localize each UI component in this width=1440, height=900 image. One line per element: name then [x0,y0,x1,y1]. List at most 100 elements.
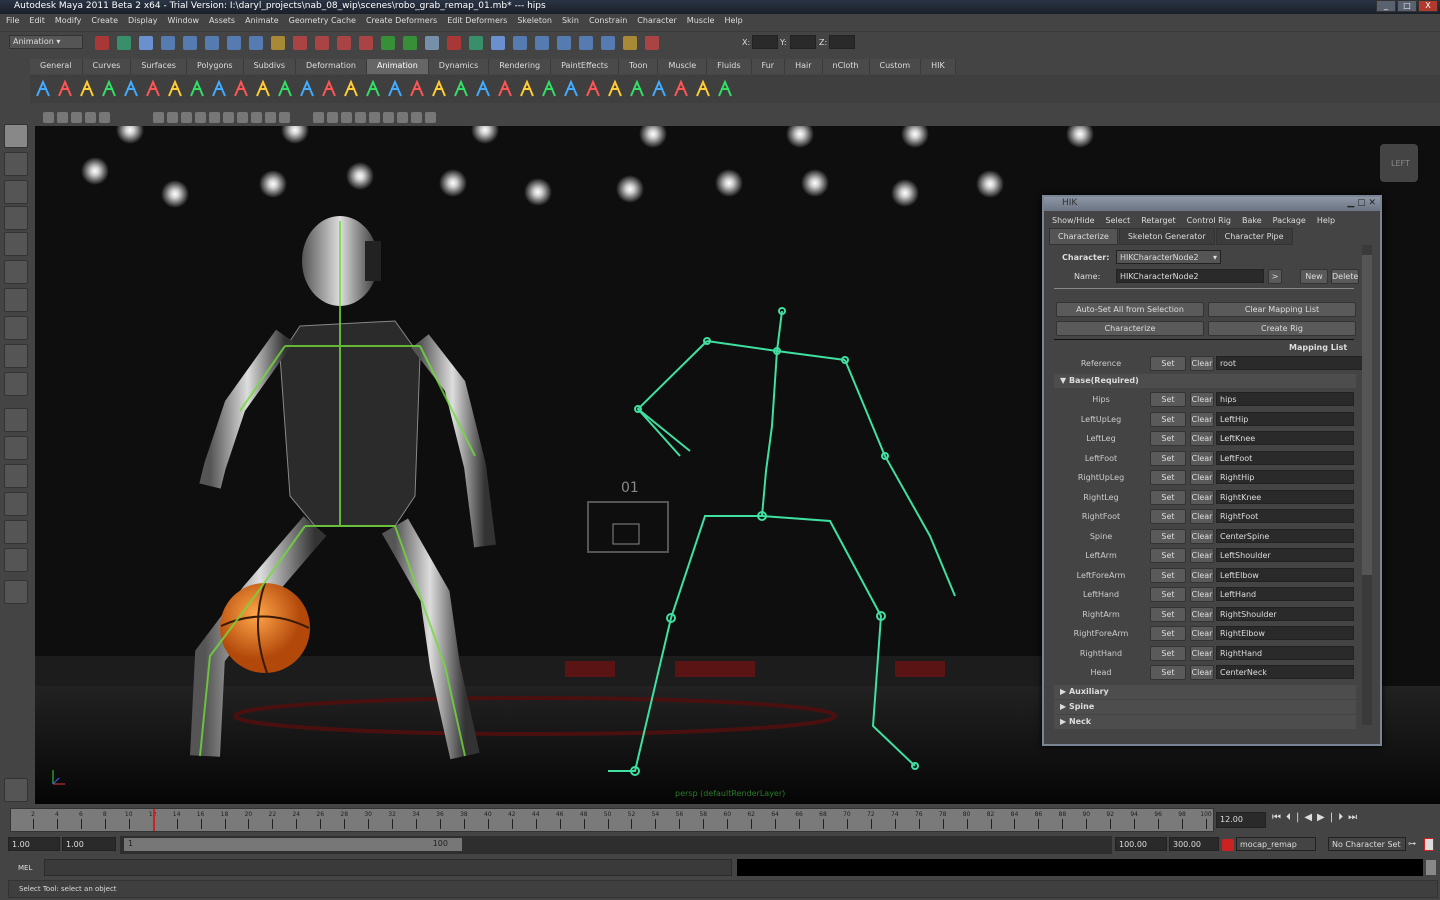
mapping-field[interactable]: RightKnee [1216,489,1354,504]
viewport-toolbar-icon[interactable] [57,112,68,123]
viewport-toolbar-icon[interactable] [99,112,110,123]
menu-help[interactable]: Help [724,16,742,28]
shelf-tab-fur[interactable]: Fur [751,59,786,74]
shelf-tool-icon[interactable] [452,79,470,99]
status-tool-icon[interactable] [403,36,417,50]
status-tool-icon[interactable] [117,36,131,50]
reference-set-button[interactable]: Set [1150,356,1186,371]
shelf-tab-hik[interactable]: HIK [921,59,956,74]
viewport-toolbar-icon[interactable] [167,112,178,123]
shelf-tool-icon[interactable] [298,79,316,99]
mapping-set-button[interactable]: Set [1150,489,1186,505]
menu-create[interactable]: Create [91,16,118,28]
status-tool-icon[interactable] [95,36,109,50]
mapping-clear-button[interactable]: Clear [1190,645,1214,661]
menu-animate[interactable]: Animate [245,16,279,28]
shelf-tool-icon[interactable] [606,79,624,99]
mapping-field[interactable]: hips [1216,392,1354,406]
shelf-tool-icon[interactable] [188,79,206,99]
mapping-field[interactable]: RightHand [1216,645,1354,660]
shelf-tool-icon[interactable] [694,79,712,99]
mapping-set-button[interactable]: Set [1150,626,1186,641]
shelf-tool-icon[interactable] [166,79,184,99]
mapping-clear-button[interactable]: Clear [1190,489,1214,505]
shelf-tab-custom[interactable]: Custom [869,59,922,74]
section-neck[interactable]: ▶ Neck [1054,715,1356,729]
mapping-clear-button[interactable]: Clear [1190,665,1214,680]
toolbox-tool-icon[interactable] [4,206,28,230]
minimize-button[interactable]: _ [1376,0,1396,12]
viewport-toolbar-icon[interactable] [411,112,422,123]
toolbox-tool-icon[interactable] [4,372,28,396]
mapping-field[interactable]: LeftFoot [1216,450,1354,465]
toolbox-tool-icon[interactable] [4,260,28,284]
shelf-tab-toon[interactable]: Toon [619,59,659,74]
mapping-clear-button[interactable]: Clear [1190,411,1214,427]
mapping-set-button[interactable]: Set [1150,528,1186,544]
status-tool-icon[interactable] [337,36,351,50]
status-tool-icon[interactable] [579,36,593,50]
mapping-clear-button[interactable]: Clear [1190,548,1214,563]
mel-label[interactable]: MEL [18,864,32,872]
shelf-tab-muscle[interactable]: Muscle [658,59,708,74]
reference-field[interactable]: root [1216,356,1364,370]
shelf-tool-icon[interactable] [584,79,602,99]
shelf-tool-icon[interactable] [34,79,52,99]
mapping-set-button[interactable]: Set [1150,587,1186,602]
mapping-field[interactable]: RightHip [1216,470,1354,484]
hik-menu-bake[interactable]: Bake [1242,216,1262,225]
shelf-tool-icon[interactable] [540,79,558,99]
hik-menu-package[interactable]: Package [1273,216,1306,225]
anim-layer-dropdown[interactable]: mocap_remap [1236,837,1316,851]
mapping-set-button[interactable]: Set [1150,509,1186,524]
toolbox-tool-icon[interactable] [4,580,28,604]
status-tool-icon[interactable] [227,36,241,50]
end-time-field[interactable]: 300.00 [1169,837,1219,851]
viewport-toolbar-icon[interactable] [209,112,220,123]
menu-file[interactable]: File [6,16,19,28]
mapping-clear-button[interactable]: Clear [1190,431,1214,446]
x-field[interactable] [752,35,778,49]
shelf-tool-icon[interactable] [210,79,228,99]
viewport-toolbar-icon[interactable] [313,112,324,123]
toolbox-tool-icon[interactable] [4,180,28,204]
viewport-toolbar-icon[interactable] [153,112,164,123]
mapping-field[interactable]: LeftElbow [1216,567,1354,582]
range-slider-handle[interactable]: 1 100 [124,838,462,851]
status-tool-icon[interactable] [491,36,505,50]
status-tool-icon[interactable] [557,36,571,50]
mapping-field[interactable]: RightFoot [1216,509,1354,523]
status-tool-icon[interactable] [623,36,637,50]
viewport-toolbar-icon[interactable] [71,112,82,123]
mapping-clear-button[interactable]: Clear [1190,450,1214,466]
mapping-field[interactable]: RightElbow [1216,626,1354,640]
menu-geometry-cache[interactable]: Geometry Cache [289,16,356,28]
menu-edit[interactable]: Edit [29,16,45,28]
toolbox-tool-icon[interactable] [4,408,28,432]
menu-muscle[interactable]: Muscle [687,16,715,28]
z-field[interactable] [829,35,855,49]
anim-layer-icon[interactable] [1222,839,1234,851]
toolbox-tool-icon[interactable] [4,778,28,802]
viewport-toolbar-icon[interactable] [265,112,276,123]
viewport-toolbar-icon[interactable] [251,112,262,123]
menu-constrain[interactable]: Constrain [589,16,627,28]
hik-scrollbar[interactable] [1362,245,1372,725]
shelf-tool-icon[interactable] [430,79,448,99]
shelf-tool-icon[interactable] [386,79,404,99]
character-set-dropdown[interactable]: No Character Set [1328,837,1406,851]
mapping-set-button[interactable]: Set [1150,548,1186,563]
shelf-tool-icon[interactable] [474,79,492,99]
shelf-tab-animation[interactable]: Animation [366,59,429,74]
delete-button[interactable]: Delete [1331,269,1359,284]
shelf-tool-icon[interactable] [518,79,536,99]
mapping-field[interactable]: LeftShoulder [1216,548,1354,562]
playback-end-field[interactable]: 100.00 [1115,837,1167,851]
menu-assets[interactable]: Assets [209,16,235,28]
mapping-set-button[interactable]: Set [1150,411,1186,427]
y-field[interactable] [790,35,816,49]
menu-edit-deformers[interactable]: Edit Deformers [447,16,507,28]
mapping-clear-button[interactable]: Clear [1190,587,1214,602]
status-tool-icon[interactable] [271,36,285,50]
shelf-tool-icon[interactable] [100,79,118,99]
